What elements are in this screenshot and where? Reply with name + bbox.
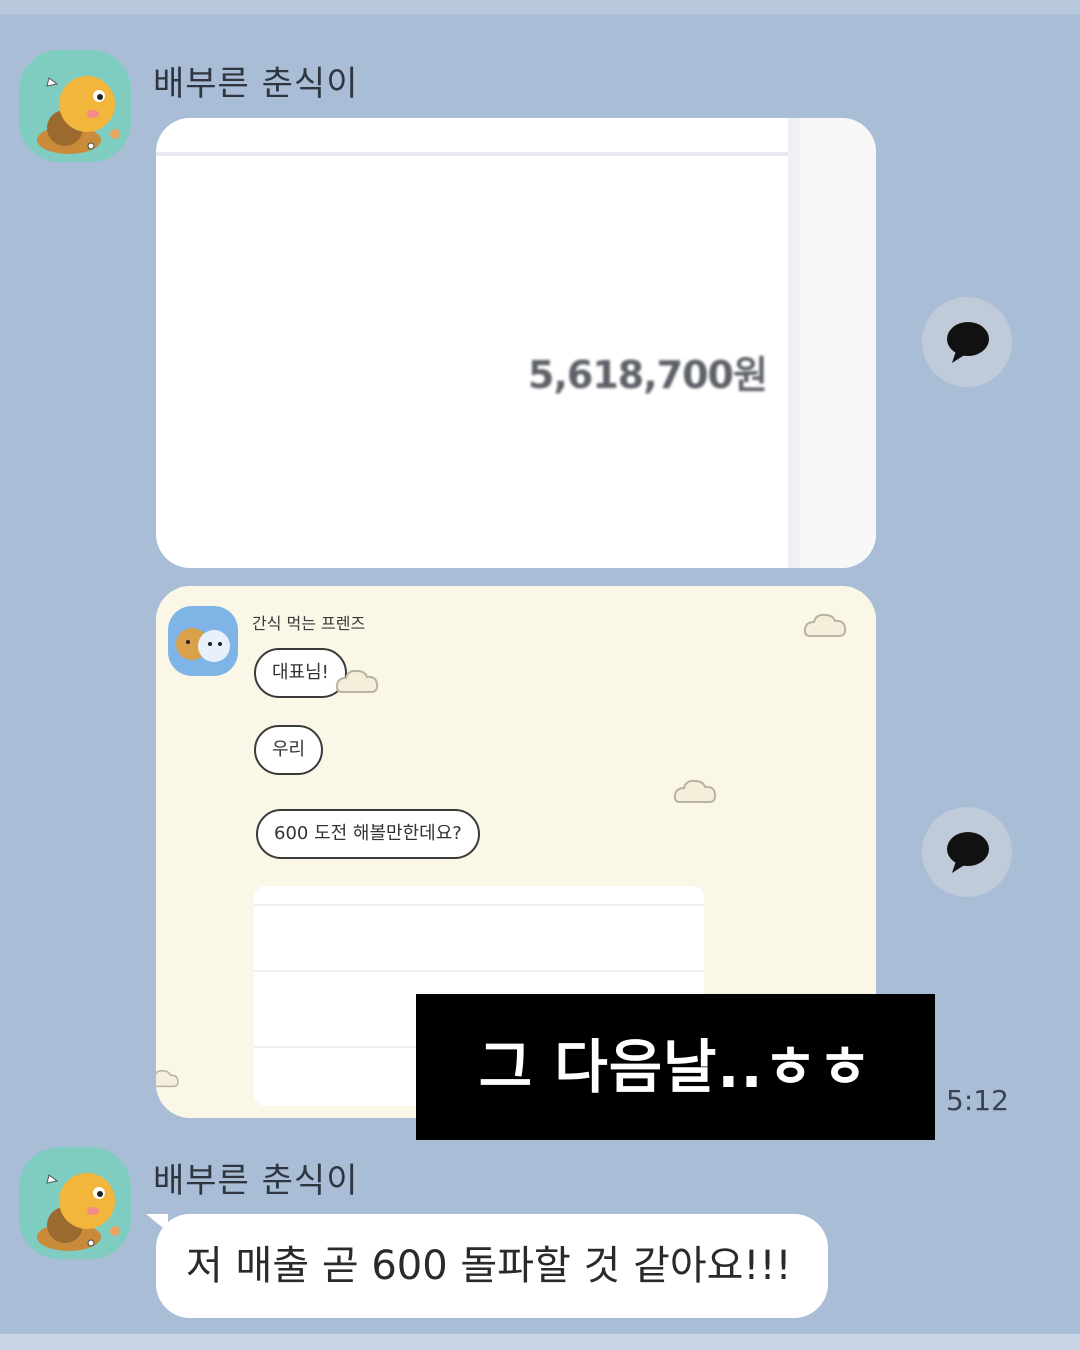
image-side-panel <box>800 118 876 568</box>
caption-text: 그 다음날..ㅎㅎ <box>478 1033 873 1101</box>
cloud-decoration-icon <box>156 1070 179 1088</box>
sales-amount: 5,618,700원 <box>528 353 768 397</box>
sender-name: 배부른 춘식이 <box>153 64 359 104</box>
chat-bubble: 600 도전 해볼만한데요? <box>256 809 480 859</box>
text-message-bubble[interactable]: 저 매출 곧 600 돌파할 것 같아요!!! <box>146 1214 828 1318</box>
sender-name: 배부른 춘식이 <box>153 1161 359 1201</box>
divider <box>254 904 704 906</box>
chat-bubble: 대표님! <box>254 648 347 698</box>
sender-avatar[interactable] <box>19 50 131 162</box>
cloud-decoration-icon <box>803 613 847 637</box>
caption-overlay: 그 다음날..ㅎㅎ <box>416 994 935 1140</box>
chat-room-name: 간식 먹는 프렌즈 <box>252 614 366 633</box>
divider <box>156 152 788 156</box>
choonsik-avatar-icon <box>37 1173 120 1251</box>
choonsik-avatar-icon <box>37 76 120 154</box>
friends-avatar-icon <box>176 628 230 662</box>
message-timestamp: 5:12 <box>946 1084 1009 1117</box>
share-button[interactable] <box>922 807 1012 897</box>
sender-avatar[interactable] <box>19 1147 131 1259</box>
chat-bubble: 우리 <box>254 725 324 775</box>
divider <box>788 118 800 568</box>
chat-share-icon <box>947 322 989 363</box>
cloud-decoration-icon <box>673 779 717 803</box>
bottom-strip <box>0 1334 1080 1350</box>
chat-share-icon <box>947 832 989 873</box>
group-avatar <box>168 606 238 676</box>
divider <box>254 970 704 972</box>
share-button[interactable] <box>922 297 1012 387</box>
top-strip <box>0 0 1080 14</box>
cloud-decoration-icon <box>335 669 379 693</box>
message-text: 저 매출 곧 600 돌파할 것 같아요!!! <box>186 1243 792 1289</box>
bubble-tail <box>146 1214 168 1232</box>
image-message-screenshot[interactable]: 5,618,700원 <box>156 118 876 568</box>
